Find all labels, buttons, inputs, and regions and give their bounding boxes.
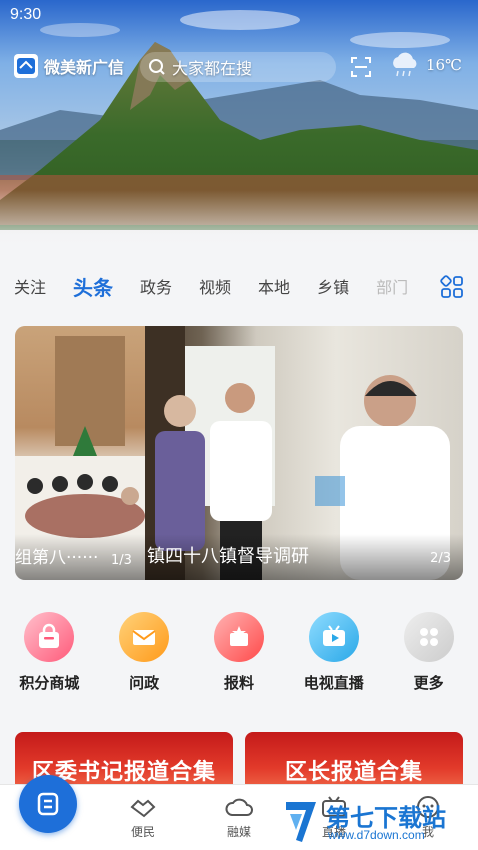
weather-widget[interactable]: 16℃ xyxy=(388,52,462,78)
site-watermark: 第七下载站 www.d7down.com xyxy=(282,796,472,848)
tab-video[interactable]: 视频 xyxy=(199,274,231,298)
tab-headlines[interactable]: 头条 xyxy=(73,272,113,301)
promo-title: 区长报道合集 xyxy=(284,760,423,785)
brand-name: 微美新广信 xyxy=(44,58,125,77)
nav-label: 融媒 xyxy=(226,825,251,839)
quick-label: 报料 xyxy=(223,674,254,692)
brand[interactable]: 微美新广信 xyxy=(14,54,124,78)
shopping-bag-icon xyxy=(24,612,75,662)
quick-actions: 积分商城 问政 报料 电视直播 更多 xyxy=(0,612,478,712)
nav-convenience[interactable]: 便民 xyxy=(113,795,173,840)
promo-card-district-head[interactable]: 区长报道合集 xyxy=(245,732,463,792)
tv-play-icon xyxy=(308,612,359,662)
search-bar[interactable]: 大家都在搜 xyxy=(140,52,336,82)
quick-label: 电视直播 xyxy=(303,674,364,692)
tab-follow[interactable]: 关注 xyxy=(14,274,46,298)
hero-banner: 9:30 微美新广信 大家都在搜 16℃ xyxy=(0,0,478,255)
category-grid-icon[interactable] xyxy=(440,275,464,299)
temperature: 16℃ xyxy=(426,56,462,74)
handshake-icon xyxy=(130,799,156,818)
home-nav-button[interactable] xyxy=(19,775,77,833)
quick-report[interactable]: 报料 xyxy=(194,612,284,712)
quick-label: 积分商城 xyxy=(19,674,80,692)
quick-inquiry[interactable]: 问政 xyxy=(99,612,189,712)
quick-more[interactable]: 更多 xyxy=(384,612,474,712)
tab-local[interactable]: 本地 xyxy=(258,274,290,298)
brand-logo-icon xyxy=(14,54,38,78)
quick-tv-live[interactable]: 电视直播 xyxy=(289,612,379,712)
news-carousel[interactable]: 组第八······ 1/3 镇四十八镇督导调研 2/3 xyxy=(15,326,463,580)
carousel-caption-overlay: 组第八······ 1/3 镇四十八镇督导调研 2/3 xyxy=(15,534,463,580)
category-tabs: 关注 头条 政务 视频 本地 乡镇 部门 xyxy=(0,266,478,306)
star-badge-icon xyxy=(213,612,264,662)
search-placeholder: 大家都在搜 xyxy=(172,59,253,78)
scan-icon[interactable] xyxy=(350,56,372,78)
home-document-icon xyxy=(37,792,59,816)
status-time: 9:30 xyxy=(10,6,42,23)
grid-icon xyxy=(403,612,454,662)
tab-government[interactable]: 政务 xyxy=(140,274,172,298)
quick-points-mall[interactable]: 积分商城 xyxy=(4,612,94,712)
nav-media[interactable]: 融媒 xyxy=(209,795,269,840)
nav-label: 便民 xyxy=(130,825,155,839)
watermark-logo-icon xyxy=(286,802,316,842)
search-icon xyxy=(149,59,165,75)
tab-township[interactable]: 乡镇 xyxy=(317,274,349,298)
cloud-icon xyxy=(225,798,253,816)
quick-label: 更多 xyxy=(413,674,444,692)
envelope-icon xyxy=(119,612,170,662)
quick-label: 问政 xyxy=(129,674,160,692)
tab-department[interactable]: 部门 xyxy=(376,274,408,298)
slide-right-counter: 2/3 xyxy=(430,551,451,566)
slide-right-caption: 镇四十八镇督导调研 xyxy=(147,546,309,567)
watermark-url: www.d7down.com xyxy=(328,828,425,842)
mountain-landscape-image xyxy=(0,0,478,255)
slide-left-counter: 1/3 xyxy=(111,553,132,568)
cloud-rain-icon xyxy=(393,52,417,77)
